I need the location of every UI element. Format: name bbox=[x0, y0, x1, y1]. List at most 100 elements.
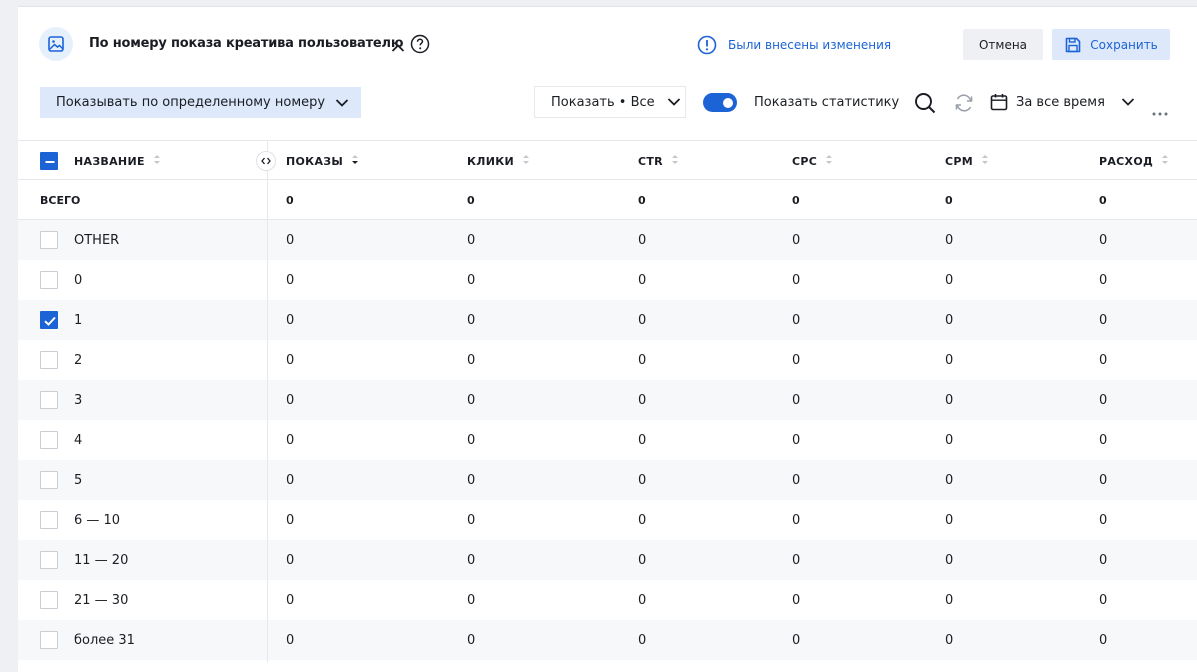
row-value: 0 bbox=[467, 632, 476, 648]
row-name: 1 bbox=[74, 312, 83, 328]
row-checkbox[interactable] bbox=[40, 271, 58, 289]
row-value: 0 bbox=[792, 272, 801, 288]
row-name: более 31 bbox=[74, 632, 135, 648]
row-name: 0 bbox=[74, 272, 83, 288]
total-value: 0 bbox=[638, 193, 646, 207]
row-value: 0 bbox=[286, 392, 295, 408]
row-value: 0 bbox=[792, 632, 801, 648]
column-header[interactable]: РАСХОД bbox=[1099, 141, 1169, 181]
row-value: 0 bbox=[638, 592, 647, 608]
row-value: 0 bbox=[1099, 592, 1108, 608]
column-header[interactable]: КЛИКИ bbox=[467, 141, 530, 181]
row-name: 5 bbox=[74, 472, 83, 488]
total-row: ВСЕГО 0 0 0 0 0 0 bbox=[18, 180, 1197, 220]
row-checkbox[interactable] bbox=[40, 631, 58, 649]
row-value: 0 bbox=[638, 552, 647, 568]
column-header[interactable]: ПОКАЗЫ bbox=[286, 141, 359, 181]
row-name: 4 bbox=[74, 432, 83, 448]
sort-icon bbox=[1161, 154, 1169, 168]
image-icon bbox=[39, 27, 73, 61]
row-value: 0 bbox=[638, 232, 647, 248]
row-value: 0 bbox=[945, 272, 954, 288]
mode-select[interactable]: Показывать по определенному номеру bbox=[40, 87, 361, 118]
search-icon[interactable] bbox=[914, 92, 936, 118]
changes-notice: Были внесены изменения bbox=[697, 35, 891, 55]
row-value: 0 bbox=[1099, 472, 1108, 488]
more-horizontal-icon[interactable] bbox=[1152, 101, 1168, 120]
row-value: 0 bbox=[1099, 552, 1108, 568]
row-value: 0 bbox=[286, 472, 295, 488]
table-row[interactable]: более 31 0 0 0 0 0 0 bbox=[18, 620, 1197, 660]
chevron-down-icon bbox=[667, 98, 680, 106]
row-value: 0 bbox=[792, 472, 801, 488]
row-checkbox[interactable] bbox=[40, 351, 58, 369]
sort-icon bbox=[671, 154, 679, 168]
sort-icon bbox=[153, 154, 161, 168]
row-value: 0 bbox=[792, 592, 801, 608]
refresh-icon[interactable] bbox=[953, 93, 975, 117]
code-brackets-icon bbox=[261, 157, 271, 165]
floppy-disk-icon bbox=[1065, 37, 1081, 52]
row-checkbox[interactable] bbox=[40, 431, 58, 449]
row-value: 0 bbox=[286, 592, 295, 608]
show-filter-select[interactable]: Показать • Все bbox=[534, 86, 686, 118]
stats-toggle[interactable] bbox=[703, 93, 737, 112]
row-value: 0 bbox=[792, 552, 801, 568]
calendar-icon bbox=[990, 94, 1008, 111]
table-row[interactable]: 0 0 0 0 0 0 0 bbox=[18, 260, 1197, 300]
row-value: 0 bbox=[945, 512, 954, 528]
report-panel: По номеру показа креатива пользователю Б… bbox=[18, 6, 1197, 672]
row-value: 0 bbox=[1099, 232, 1108, 248]
column-header-name[interactable]: НАЗВАНИЕ bbox=[74, 141, 161, 181]
table-row[interactable]: OTHER 0 0 0 0 0 0 bbox=[18, 220, 1197, 260]
row-value: 0 bbox=[1099, 312, 1108, 328]
row-value: 0 bbox=[792, 352, 801, 368]
total-value: 0 bbox=[1099, 193, 1107, 207]
table-row[interactable]: 21 — 30 0 0 0 0 0 0 bbox=[18, 580, 1197, 620]
mode-select-value: Показывать по определенному номеру bbox=[56, 95, 326, 110]
row-checkbox[interactable] bbox=[40, 511, 58, 529]
sort-icon bbox=[981, 154, 989, 168]
total-value: 0 bbox=[945, 193, 953, 207]
row-value: 0 bbox=[945, 392, 954, 408]
row-value: 0 bbox=[945, 552, 954, 568]
page-title: По номеру показа креатива пользователю bbox=[89, 36, 404, 51]
row-value: 0 bbox=[467, 232, 476, 248]
row-value: 0 bbox=[945, 472, 954, 488]
question-circle-icon[interactable] bbox=[410, 34, 430, 58]
cancel-button[interactable]: Отмена bbox=[963, 29, 1043, 60]
table-row[interactable]: 1 0 0 0 0 0 0 bbox=[18, 300, 1197, 340]
row-name: OTHER bbox=[74, 232, 120, 248]
row-value: 0 bbox=[1099, 352, 1108, 368]
row-checkbox[interactable] bbox=[40, 471, 58, 489]
row-checkbox[interactable] bbox=[40, 311, 58, 329]
table-row[interactable]: 4 0 0 0 0 0 0 bbox=[18, 420, 1197, 460]
row-value: 0 bbox=[467, 552, 476, 568]
total-value: 0 bbox=[467, 193, 475, 207]
select-all-checkbox[interactable] bbox=[40, 152, 58, 170]
row-value: 0 bbox=[467, 272, 476, 288]
row-checkbox[interactable] bbox=[40, 391, 58, 409]
table-row[interactable]: 2 0 0 0 0 0 0 bbox=[18, 340, 1197, 380]
row-checkbox[interactable] bbox=[40, 231, 58, 249]
row-value: 0 bbox=[286, 312, 295, 328]
chevron-up-icon[interactable] bbox=[391, 38, 405, 57]
total-value: 0 bbox=[286, 193, 294, 207]
sort-icon bbox=[351, 154, 359, 168]
row-value: 0 bbox=[286, 272, 295, 288]
table-row[interactable]: 5 0 0 0 0 0 0 bbox=[18, 460, 1197, 500]
row-value: 0 bbox=[792, 512, 801, 528]
save-button[interactable]: Сохранить bbox=[1052, 29, 1170, 60]
row-value: 0 bbox=[638, 392, 647, 408]
table-row[interactable]: 11 — 20 0 0 0 0 0 0 bbox=[18, 540, 1197, 580]
row-checkbox[interactable] bbox=[40, 551, 58, 569]
table-row[interactable]: 6 — 10 0 0 0 0 0 0 bbox=[18, 500, 1197, 540]
column-header[interactable]: CTR bbox=[638, 141, 679, 181]
date-range-select[interactable]: За все время bbox=[990, 93, 1135, 111]
column-resize-handle[interactable] bbox=[256, 151, 276, 171]
table-row[interactable]: 3 0 0 0 0 0 0 bbox=[18, 380, 1197, 420]
row-name: 3 bbox=[74, 392, 83, 408]
column-header[interactable]: CPC bbox=[792, 141, 833, 181]
column-header[interactable]: CPM bbox=[945, 141, 989, 181]
row-checkbox[interactable] bbox=[40, 591, 58, 609]
